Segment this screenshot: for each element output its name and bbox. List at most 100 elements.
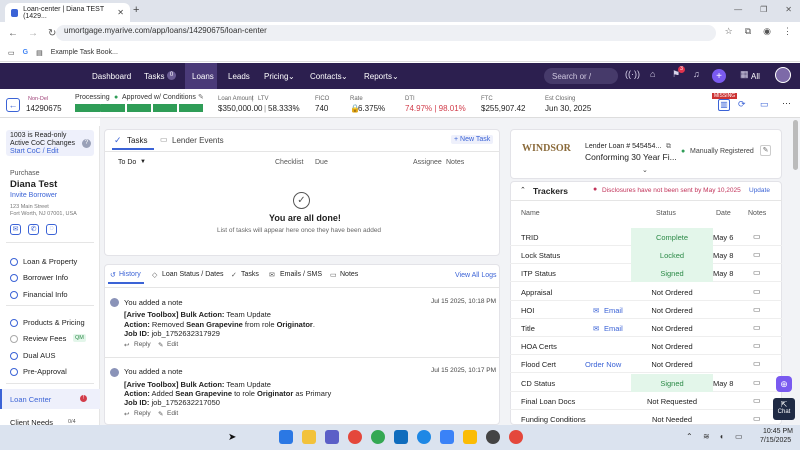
tab-tasks[interactable]: Tasks	[127, 136, 147, 145]
menu-dots-icon[interactable]: ⋮	[783, 26, 792, 37]
restore-icon[interactable]: ❐	[760, 5, 767, 14]
copy-icon[interactable]: ⧉	[666, 143, 671, 151]
note-icon[interactable]: ▭	[753, 414, 761, 423]
folder-icon[interactable]: ▭	[8, 49, 15, 57]
tab-history[interactable]: History	[119, 271, 141, 278]
back-arrow-icon[interactable]: ←	[6, 98, 20, 112]
client-needs-label[interactable]: Client Needs	[10, 418, 53, 425]
chat-icon[interactable]: ◌	[46, 224, 57, 235]
add-floating-icon[interactable]: ⊕	[776, 376, 792, 392]
chrome-icon[interactable]	[348, 430, 362, 444]
nav-leads[interactable]: Leads	[228, 72, 250, 81]
more-icon[interactable]: ⋯	[782, 98, 791, 109]
add-button[interactable]: +	[712, 69, 726, 83]
todo-filter[interactable]: To Do	[118, 159, 136, 166]
user-avatar[interactable]	[775, 67, 791, 83]
note-icon[interactable]: ▭	[753, 323, 761, 332]
help-icon[interactable]: ?	[82, 139, 91, 148]
chrome-icon[interactable]	[509, 430, 523, 444]
profile-icon[interactable]: ◉	[763, 26, 771, 37]
file-explorer-icon[interactable]	[302, 430, 316, 444]
chrome-icon[interactable]	[371, 430, 385, 444]
note-icon[interactable]: ▭	[753, 359, 761, 368]
sidebar-item-financial-info[interactable]: Financial Info	[10, 290, 68, 300]
global-search-input[interactable]: Search or /	[544, 68, 618, 84]
edit-icon[interactable]: ✎	[760, 145, 771, 156]
start-icon[interactable]	[279, 430, 293, 444]
new-task-button[interactable]: + New Task	[451, 135, 494, 144]
broadcast-icon[interactable]: ((·))	[625, 69, 640, 79]
collapse-chevron-icon[interactable]: ⌃	[520, 186, 526, 194]
close-window-icon[interactable]: ✕	[785, 5, 792, 14]
sidebar-item-dual-aus[interactable]: Dual AUS	[10, 351, 56, 361]
teams-icon[interactable]	[325, 430, 339, 444]
reply-button[interactable]: Reply	[134, 341, 151, 348]
all-selector[interactable]: All	[751, 72, 760, 81]
phone-icon[interactable]: ✆	[28, 224, 39, 235]
tab-lender-events[interactable]: Lender Events	[172, 136, 224, 145]
note-icon[interactable]: ▭	[753, 287, 761, 296]
outlook-icon[interactable]	[394, 430, 408, 444]
back-icon[interactable]: ←	[8, 28, 18, 39]
bookmark-item[interactable]: Example Task Book...	[51, 49, 118, 56]
invite-borrower-link[interactable]: Invite Borrower	[10, 192, 57, 199]
browser-tab[interactable]: Loan-center | Diana TEST (1429... ✕	[5, 3, 130, 22]
app-icon[interactable]	[486, 430, 500, 444]
nav-dashboard[interactable]: Dashboard	[92, 72, 131, 81]
sidebar-item-loan-property[interactable]: Loan & Property	[10, 257, 77, 267]
message-icon[interactable]: ▭	[760, 99, 769, 110]
email-icon[interactable]: ✉	[10, 224, 21, 235]
tab-loan-status[interactable]: Loan Status / Dates	[162, 271, 223, 278]
tracker-action-link[interactable]: Email	[604, 306, 623, 315]
edit-button[interactable]: Edit	[167, 341, 178, 348]
sidebar-item-review-fees[interactable]: Review Fees	[10, 334, 66, 344]
docs-icon[interactable]	[440, 430, 454, 444]
sidebar-item-pre-approval[interactable]: Pre-Approval	[10, 367, 67, 377]
nav-pricing[interactable]: Pricing	[264, 72, 288, 81]
note-icon[interactable]: ▭	[753, 232, 761, 241]
nav-contacts[interactable]: Contacts	[310, 72, 342, 81]
reply-button[interactable]: Reply	[134, 410, 151, 417]
tab-history-tasks[interactable]: Tasks	[241, 271, 259, 278]
bookmark-star-icon[interactable]: ☆	[725, 26, 733, 37]
nav-loans[interactable]: Loans	[192, 72, 214, 81]
slides-icon[interactable]	[463, 430, 477, 444]
note-icon[interactable]: ▭	[753, 305, 761, 314]
new-tab-icon[interactable]: +	[133, 4, 139, 16]
expand-chevron-icon[interactable]: ⌄	[642, 166, 648, 174]
tab-emails-sms[interactable]: Emails / SMS	[280, 271, 322, 278]
view-all-logs-link[interactable]: View All Logs	[455, 272, 497, 279]
minimize-icon[interactable]: —	[734, 5, 742, 14]
refresh-icon[interactable]: ⟳	[738, 99, 746, 110]
scrollbar-thumb[interactable]	[793, 120, 798, 170]
bell-icon[interactable]: ♫	[693, 69, 700, 79]
tray-chevron-icon[interactable]: ⌃	[686, 432, 693, 441]
bank-icon[interactable]: ⌂	[650, 69, 655, 79]
tracker-action-link[interactable]: Order Now	[585, 360, 621, 369]
note-icon[interactable]: ▭	[753, 396, 761, 405]
sidebar-item-products-pricing[interactable]: Products & Pricing	[10, 318, 85, 328]
update-link[interactable]: Update	[749, 187, 770, 194]
extension-icon[interactable]: ⧉	[745, 26, 751, 37]
edit-pencil-icon[interactable]: ✎	[198, 93, 204, 101]
note-icon[interactable]: ▭	[753, 268, 761, 277]
start-coc-link[interactable]: Start CoC / Edit	[10, 148, 59, 155]
note-icon[interactable]: ▭	[753, 250, 761, 259]
sidebar-item-borrower-info[interactable]: Borrower Info	[10, 273, 68, 283]
wifi-icon[interactable]: ≋	[703, 432, 710, 441]
nav-tasks[interactable]: Tasks	[144, 72, 164, 81]
volume-icon[interactable]: ◖	[719, 432, 724, 441]
app-icon[interactable]	[417, 430, 431, 444]
note-icon[interactable]: ▭	[753, 341, 761, 350]
tracker-action-link[interactable]: Email	[604, 324, 623, 333]
close-tab-icon[interactable]: ✕	[117, 8, 124, 17]
nav-reports[interactable]: Reports	[364, 72, 392, 81]
google-icon[interactable]: G	[23, 49, 28, 56]
forward-icon[interactable]: →	[28, 28, 38, 39]
docs-icon[interactable]: ▥	[718, 99, 730, 111]
battery-icon[interactable]: ▭	[735, 432, 743, 441]
note-icon[interactable]: ▭	[753, 378, 761, 387]
edit-button[interactable]: Edit	[167, 410, 178, 417]
chat-button[interactable]: ⇱ Chat	[773, 398, 795, 420]
tab-notes[interactable]: Notes	[340, 271, 358, 278]
